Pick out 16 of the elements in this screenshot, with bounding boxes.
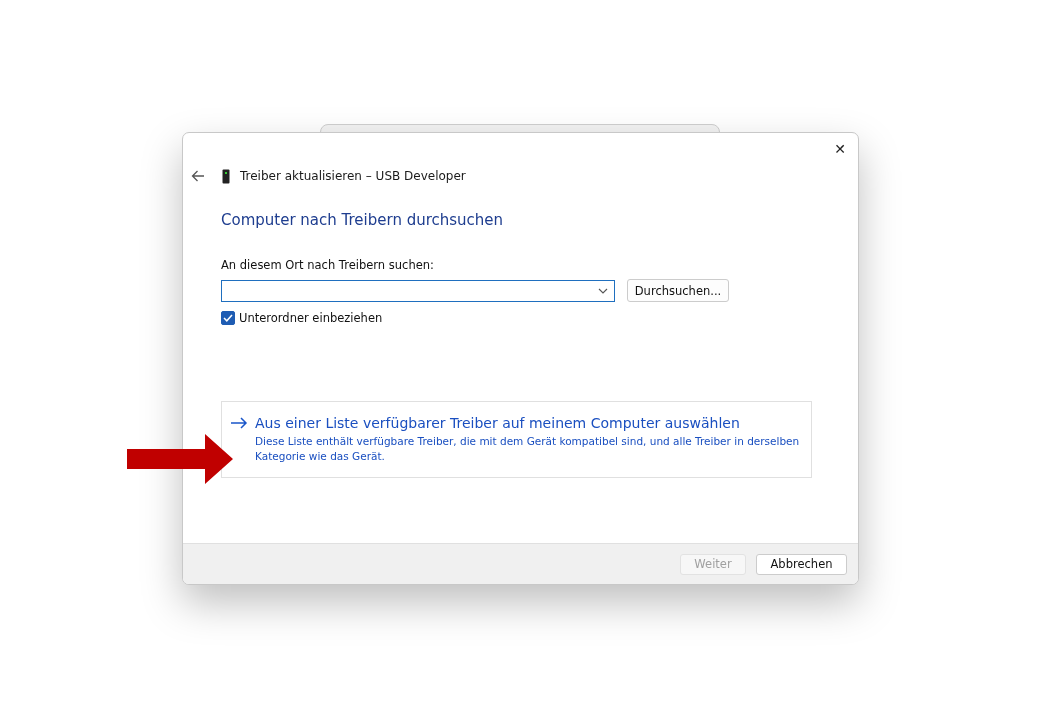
close-button[interactable]: ✕	[826, 135, 854, 161]
checkbox-label: Unterordner einbeziehen	[239, 311, 383, 325]
option-description: Diese Liste enthält verfügbare Treiber, die mit dem Gerät kompatibel sind, und alle Treiber in derselben Kategorie wie das Gerät.	[254, 434, 801, 464]
back-arrow-icon[interactable]	[191, 170, 205, 182]
window-title: Treiber aktualisieren – USB Developer	[240, 169, 466, 183]
page-heading: Computer nach Treibern durchsuchen	[221, 211, 505, 229]
device-icon	[222, 168, 230, 184]
arrow-right-icon	[230, 417, 248, 429]
browse-button[interactable]: Durchsuchen...	[627, 279, 729, 302]
location-label: An diesem Ort nach Treibern suchen:	[221, 258, 435, 272]
option-title: Aus einer Liste verfügbarer Treiber auf meinem Computer auswählen	[255, 415, 740, 431]
dialog-button[interactable]: Abbrechen	[756, 553, 847, 575]
chevron-down-icon	[598, 287, 608, 294]
option-link-card[interactable]: Aus einer Liste verfügbarer Treiber auf meinem Computer auswählen Diese Liste enthält verfügbare Treiber, die mit dem Gerät kompatibel sind, und alle Treiber in derselben Kategorie wie das Gerät.	[221, 401, 812, 479]
checkbox[interactable]	[221, 311, 235, 325]
location-combo-field[interactable]	[221, 279, 615, 302]
